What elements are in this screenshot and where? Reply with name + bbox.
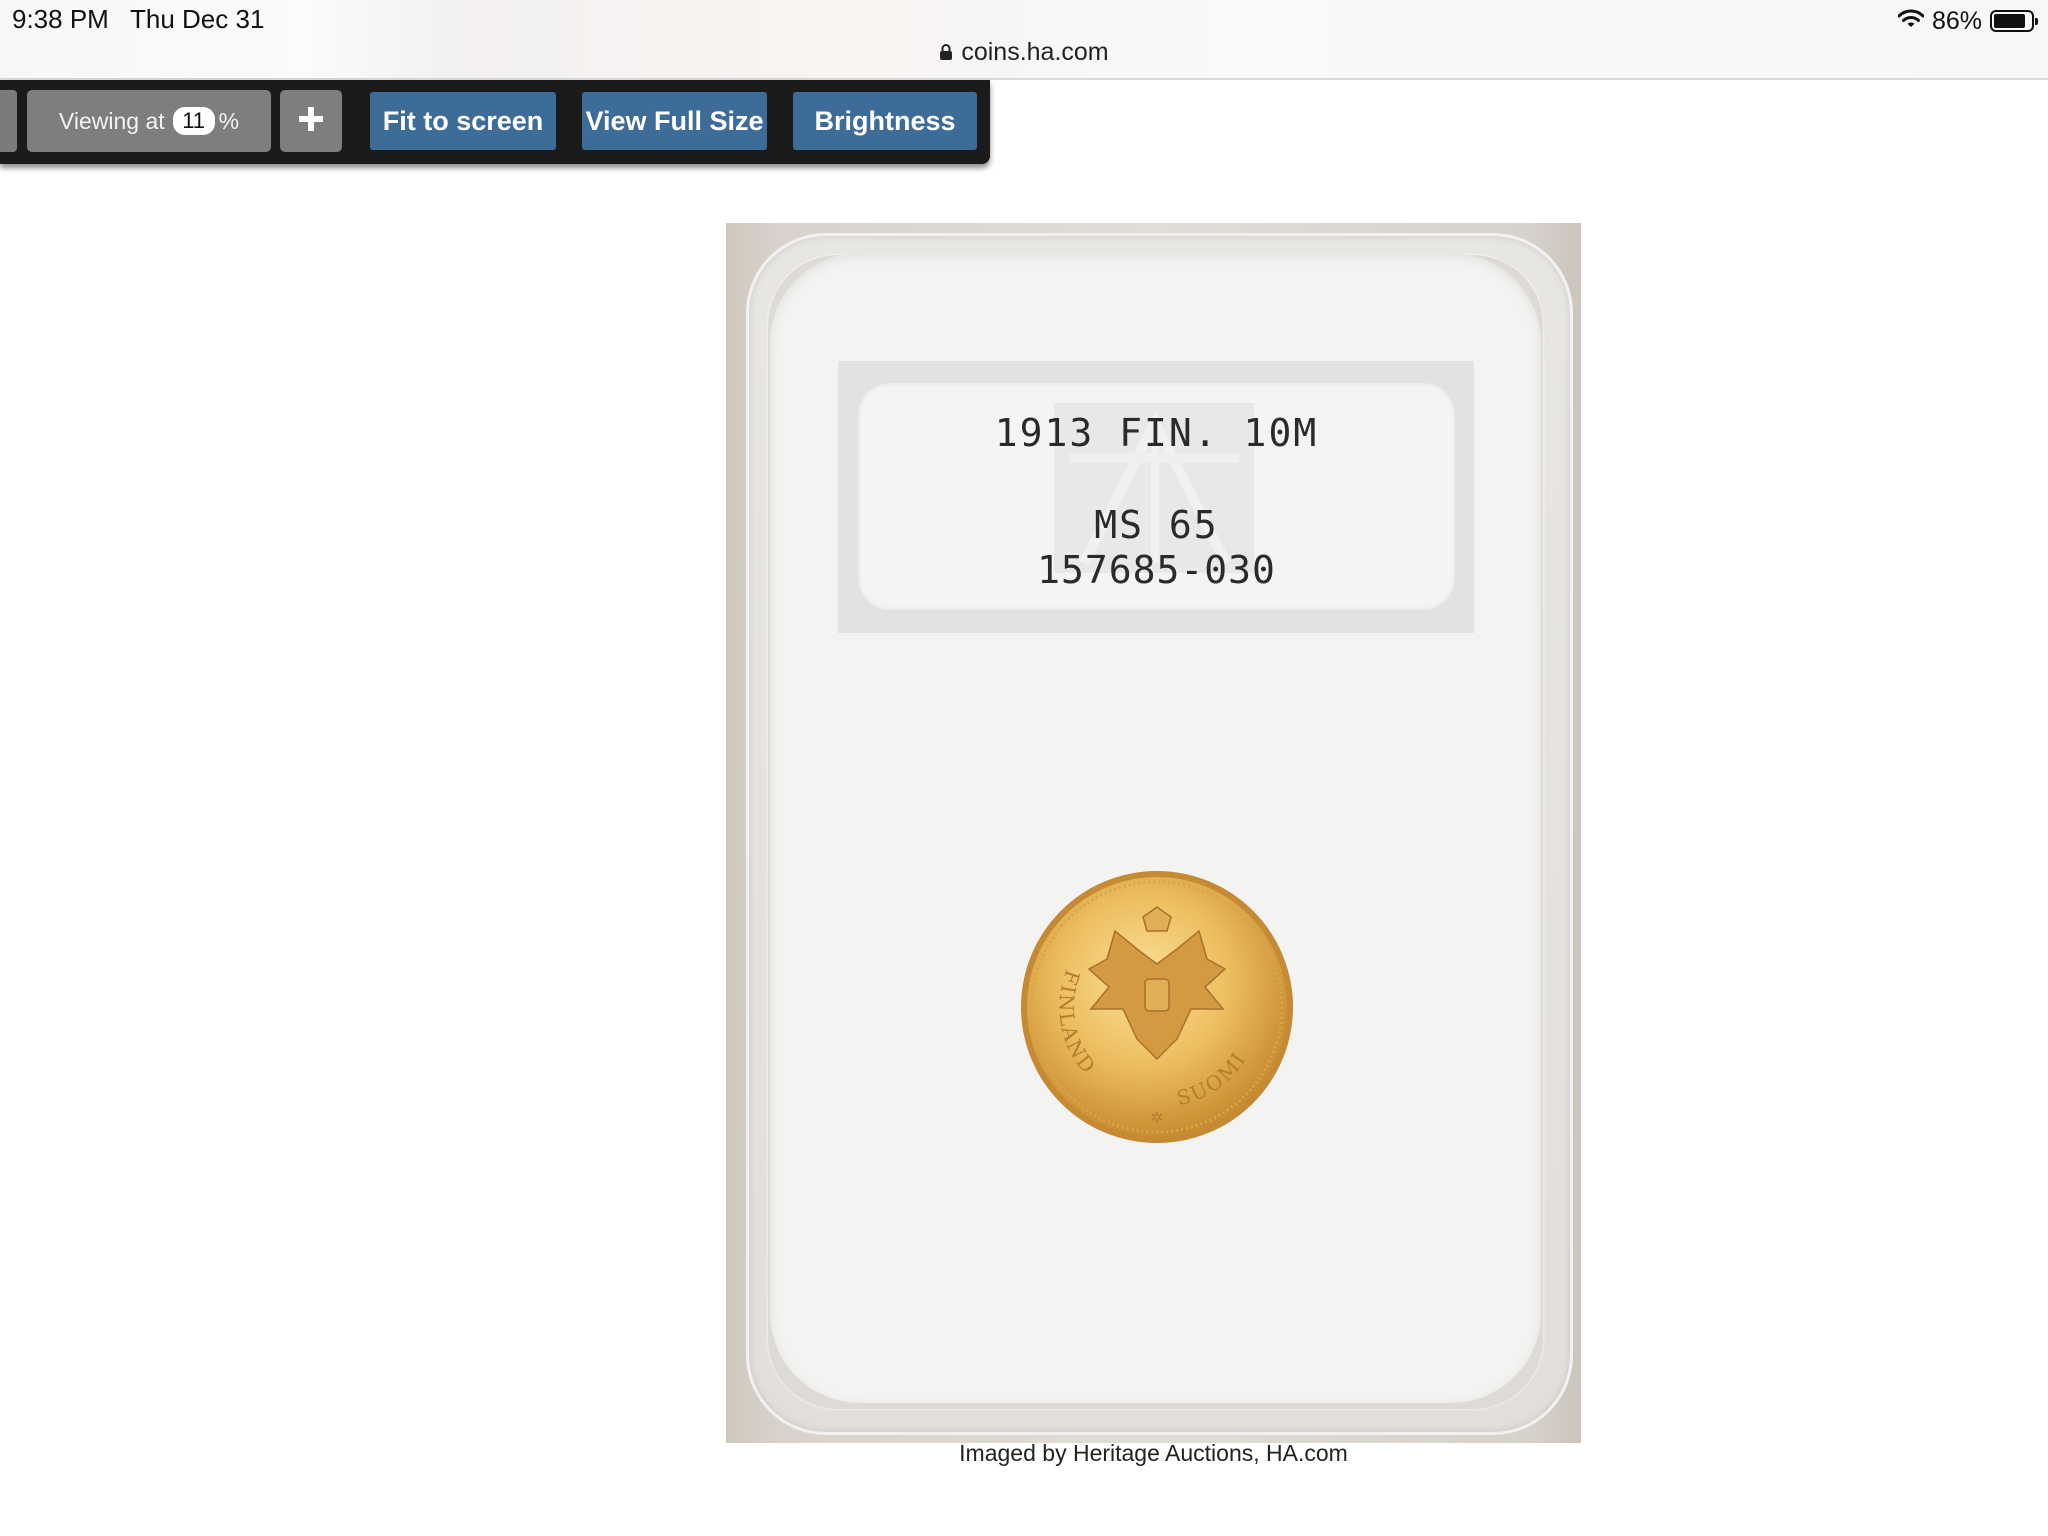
- plus-icon: [297, 105, 325, 138]
- lock-icon: [939, 39, 953, 68]
- wifi-icon: [1897, 9, 1925, 34]
- status-bar: 9:38 PM Thu Dec 31 coins.ha.com 86%: [0, 0, 2048, 80]
- url-text: coins.ha.com: [961, 38, 1109, 66]
- certification-number: 157685-030: [1037, 548, 1276, 592]
- battery-icon: [1990, 10, 2038, 32]
- coin-title: 1913 FIN. 10M: [994, 411, 1319, 455]
- zoom-in-button[interactable]: [280, 90, 342, 152]
- status-indicators: 86%: [1897, 4, 2038, 38]
- address-bar[interactable]: coins.ha.com: [0, 38, 2048, 68]
- image-credit: Imaged by Heritage Auctions, HA.com: [959, 1440, 1348, 1466]
- view-full-size-button[interactable]: View Full Size: [582, 92, 767, 150]
- status-time: 9:38 PM: [12, 4, 109, 34]
- image-viewer-toolbar: Viewing at 11 % Fit to screen View Full …: [0, 80, 990, 164]
- coin-grade: MS 65: [1094, 503, 1219, 547]
- brightness-button[interactable]: Brightness: [793, 92, 977, 150]
- zoom-suffix: %: [218, 107, 240, 134]
- zoom-out-button[interactable]: [0, 90, 17, 152]
- svg-text:✲: ✲: [1150, 1110, 1163, 1127]
- zoom-level-display: Viewing at 11 %: [27, 90, 271, 152]
- coin-slab-image[interactable]: 1913 FIN. 10M MS 65 157685-030 FINLAND S…: [726, 223, 1581, 1443]
- battery-percent: 86%: [1931, 6, 1982, 35]
- zoom-value-field[interactable]: 11: [172, 107, 215, 135]
- viewing-label: Viewing at: [58, 107, 165, 134]
- status-date: Thu Dec 31: [130, 4, 265, 34]
- gold-coin: FINLAND SUOMI ✲: [1019, 869, 1295, 1145]
- fit-to-screen-button[interactable]: Fit to screen: [370, 92, 556, 150]
